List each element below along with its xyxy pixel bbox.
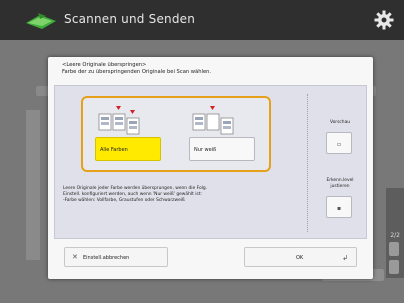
option-all-colors[interactable]: Alle Farben [89,104,173,162]
description-line: -Farbe wählen: Vollfarbe, Graustufen ode… [63,198,185,204]
dialog-instruction: Farbe der zu überspringenden Originale b… [62,69,212,75]
cancel-settings-label: Einstell.abbrechen [83,255,130,261]
option-white-only[interactable]: Nur weiß [183,104,267,162]
preview-label: Vorschau [329,120,351,125]
all-colors-label: Alle Farben [100,147,128,153]
gear-icon[interactable] [374,10,394,30]
detection-label-line: justieren [330,183,350,189]
dialog-title: <Leere Originale überspringen> Farbe der… [62,62,362,76]
return-icon: ↲ [342,254,348,262]
app-title: Scannen und Senden [64,12,196,26]
preview-button[interactable]: ▫ [326,132,352,154]
scroll-down-arrow [389,260,399,274]
skip-blank-originals-dialog: <Leere Originale überspringen> Farbe der… [48,57,373,279]
white-pages-icon [192,106,234,135]
preview-icon: ▫ [337,141,342,148]
ok-button[interactable]: OK ↲ [244,247,357,267]
color-pages-icon [98,106,140,135]
vertical-divider [307,94,308,232]
background-left-panel [26,110,40,260]
white-only-button[interactable]: Nur weiß [189,137,255,161]
options-panel: Alle Farben Nur weiß Leere Originale jed… [54,85,367,239]
white-only-label: Nur weiß [194,147,217,153]
scroll-up-arrow [389,242,399,256]
cancel-settings-button[interactable]: ✕ Einstell.abbrechen [64,247,168,267]
scan-send-icon [26,13,56,29]
close-icon: ✕ [72,253,78,261]
color-choice-group: Alle Farben Nur weiß [81,96,271,172]
description-text: Leere Originale jeder Farbe werden übers… [63,186,333,205]
adjust-icon: ▪ [337,205,342,212]
dialog-title-line: <Leere Originale überspringen> [62,62,147,68]
app-header: Scannen und Senden [0,0,404,40]
page-counter: 2/2 [390,232,400,239]
adjust-detection-level-button[interactable]: ▪ [326,196,352,218]
detection-level-label: Erkenn.level justieren [317,178,363,189]
ok-label: OK [296,255,304,261]
all-colors-button[interactable]: Alle Farben [95,137,161,161]
